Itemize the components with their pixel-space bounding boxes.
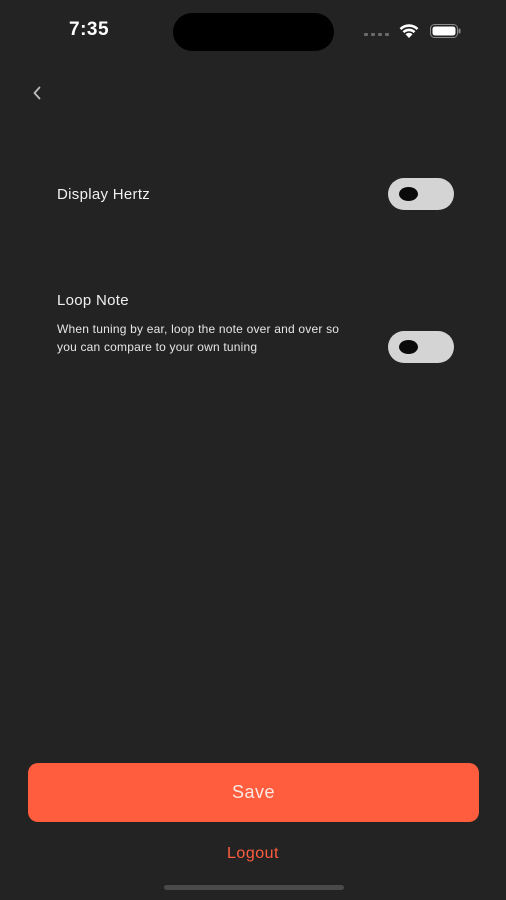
dynamic-island <box>173 13 334 51</box>
back-button[interactable] <box>24 80 50 106</box>
cellular-signal-icon <box>364 33 389 36</box>
save-button[interactable]: Save <box>28 763 479 822</box>
status-time: 7:35 <box>69 19 110 40</box>
display-hertz-label: Display Hertz <box>57 186 151 203</box>
status-bar: 7:35 <box>0 0 506 60</box>
chevron-left-icon <box>33 86 41 100</box>
logout-link[interactable]: Logout <box>0 845 506 863</box>
battery-icon <box>430 24 461 38</box>
display-hertz-toggle[interactable] <box>388 178 454 210</box>
loop-note-description: When tuning by ear, loop the note over a… <box>57 322 340 354</box>
home-indicator <box>164 885 344 890</box>
wifi-icon <box>399 24 419 38</box>
toggle-knob <box>399 187 418 201</box>
toggle-knob <box>399 340 418 354</box>
loop-note-toggle[interactable] <box>388 331 454 363</box>
loop-note-label: Loop Note <box>57 292 129 309</box>
